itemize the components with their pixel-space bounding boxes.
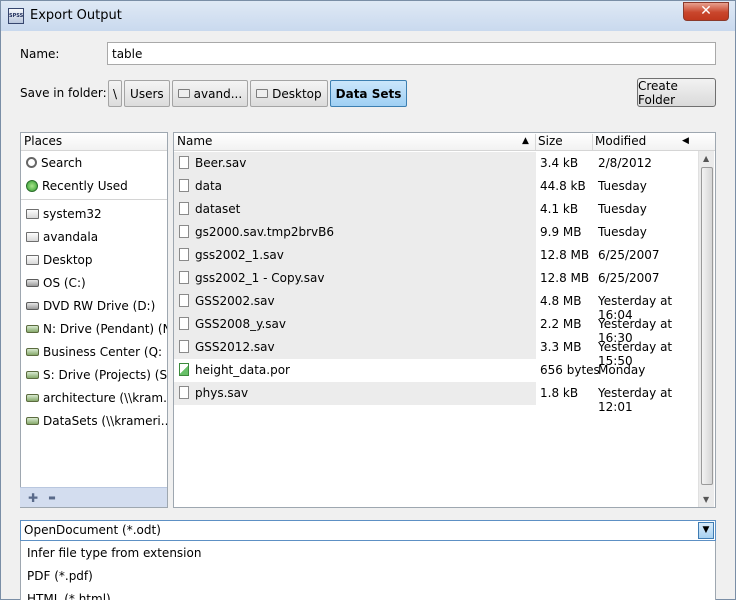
crumb-users[interactable]: Users	[124, 80, 170, 107]
chevron-down-icon[interactable]: ▼	[698, 522, 714, 539]
network-drive-icon	[26, 324, 39, 333]
place-os-c[interactable]: OS (C:)	[21, 271, 167, 294]
file-icon	[179, 202, 189, 215]
file-type-options: Infer file type from extension PDF (*.pd…	[20, 541, 716, 600]
folder-icon	[256, 89, 269, 98]
crumb-avandala[interactable]: avand...	[171, 80, 249, 107]
window-title: Export Output	[30, 8, 122, 23]
column-modified[interactable]: Modified	[595, 134, 646, 148]
place-architecture[interactable]: architecture (\\kram...)	[21, 386, 167, 409]
network-drive-icon	[26, 416, 39, 425]
file-icon	[179, 179, 189, 192]
file-icon	[179, 248, 189, 261]
table-row[interactable]: phys.sav 1.8 kB Yesterday at 12:01	[174, 382, 699, 414]
folder-icon	[26, 254, 39, 265]
file-icon	[179, 340, 189, 353]
place-n-drive[interactable]: N: Drive (Pendant) (N:)	[21, 317, 167, 340]
close-icon: ✕	[700, 3, 712, 19]
place-recently-used[interactable]: Recently Used	[21, 174, 167, 197]
scroll-down-icon[interactable]: ▼	[703, 495, 709, 504]
table-row[interactable]: GSS2008_y.sav 2.2 MB Yesterday at 16:30	[174, 313, 699, 345]
scroll-up-icon[interactable]: ▲	[703, 154, 709, 163]
network-drive-icon	[26, 347, 39, 356]
network-drive-icon	[26, 370, 39, 379]
table-row[interactable]: height_data.por 656 bytes Monday	[174, 359, 699, 382]
add-place-icon[interactable]: ✚	[28, 491, 38, 505]
name-label: Name:	[20, 47, 60, 61]
scroll-thumb[interactable]	[701, 167, 713, 485]
file-type-option[interactable]: HTML (*.html)	[21, 587, 715, 600]
place-business-center[interactable]: Business Center (Q: ...	[21, 340, 167, 363]
place-desktop[interactable]: Desktop	[21, 248, 167, 271]
file-icon	[179, 271, 189, 284]
app-icon: SPSS	[8, 8, 24, 24]
remove-place-icon[interactable]: ▬	[48, 493, 56, 502]
place-s-drive[interactable]: S: Drive (Projects) (S:)	[21, 363, 167, 386]
table-row[interactable]: GSS2002.sav 4.8 MB Yesterday at 16:04	[174, 290, 699, 322]
table-row[interactable]: dataset 4.1 kB Tuesday	[174, 198, 699, 221]
drive-icon	[26, 301, 39, 310]
file-icon	[179, 386, 189, 399]
crumb-root[interactable]: \	[108, 80, 123, 107]
save-in-folder-label: Save in folder:	[20, 86, 107, 100]
file-icon	[179, 225, 189, 238]
table-row[interactable]: gss2002_1.sav 12.8 MB 6/25/2007	[174, 244, 699, 267]
file-name-input[interactable]	[107, 42, 716, 65]
crumb-data-sets[interactable]: Data Sets	[329, 80, 408, 107]
file-list-header: Name ▲ Size Modified ◀	[174, 133, 715, 151]
places-header[interactable]: Places	[21, 133, 167, 151]
place-avandala[interactable]: avandala	[21, 225, 167, 248]
column-overflow-icon[interactable]: ◀	[682, 136, 689, 146]
file-list: Name ▲ Size Modified ◀ Beer.sav 3.4 kB 2/8…	[173, 132, 716, 508]
search-icon	[26, 157, 37, 168]
table-row[interactable]: gss2002_1 - Copy.sav 12.8 MB 6/25/2007	[174, 267, 699, 290]
file-icon	[179, 294, 189, 307]
breadcrumb: \ Users avand... Desktop Data Sets	[108, 80, 408, 107]
file-icon	[179, 317, 189, 330]
places-panel: Places Search Recently Used system32 ava…	[20, 132, 168, 508]
file-type-option[interactable]: Infer file type from extension	[21, 541, 715, 564]
table-row[interactable]: GSS2012.sav 3.3 MB Yesterday at 15:50	[174, 336, 699, 368]
table-row[interactable]: data 44.8 kB Tuesday	[174, 175, 699, 198]
folder-icon	[26, 231, 39, 242]
file-type-select[interactable]: OpenDocument (*.odt) ▼	[20, 520, 716, 541]
table-row[interactable]: gs2000.sav.tmp2brvB6 9.9 MB Tuesday	[174, 221, 699, 244]
folder-icon	[26, 208, 39, 219]
place-system32[interactable]: system32	[21, 202, 167, 225]
drive-icon	[26, 278, 39, 287]
file-type-selected: OpenDocument (*.odt)	[24, 523, 161, 537]
file-icon	[179, 156, 189, 169]
column-size[interactable]: Size	[538, 134, 563, 148]
title-bar: SPSS Export Output ✕	[1, 1, 735, 31]
sort-ascending-icon: ▲	[522, 136, 529, 146]
network-drive-icon	[26, 393, 39, 402]
close-button[interactable]: ✕	[683, 2, 729, 21]
crumb-desktop[interactable]: Desktop	[250, 80, 328, 107]
column-name[interactable]: Name	[177, 134, 212, 148]
create-folder-button[interactable]: Create Folder	[637, 78, 716, 107]
places-separator	[21, 199, 167, 200]
recent-icon	[26, 179, 38, 192]
place-datasets[interactable]: DataSets (\\krameri...)	[21, 409, 167, 432]
data-file-icon	[179, 363, 189, 376]
file-list-scrollbar[interactable]: ▲ ▼	[698, 151, 714, 507]
table-row[interactable]: Beer.sav 3.4 kB 2/8/2012	[174, 152, 699, 175]
folder-icon	[177, 89, 190, 98]
file-type-option[interactable]: PDF (*.pdf)	[21, 564, 715, 587]
places-toolbar: ✚ ▬	[20, 487, 167, 507]
place-search[interactable]: Search	[21, 151, 167, 174]
place-dvd-d[interactable]: DVD RW Drive (D:)	[21, 294, 167, 317]
